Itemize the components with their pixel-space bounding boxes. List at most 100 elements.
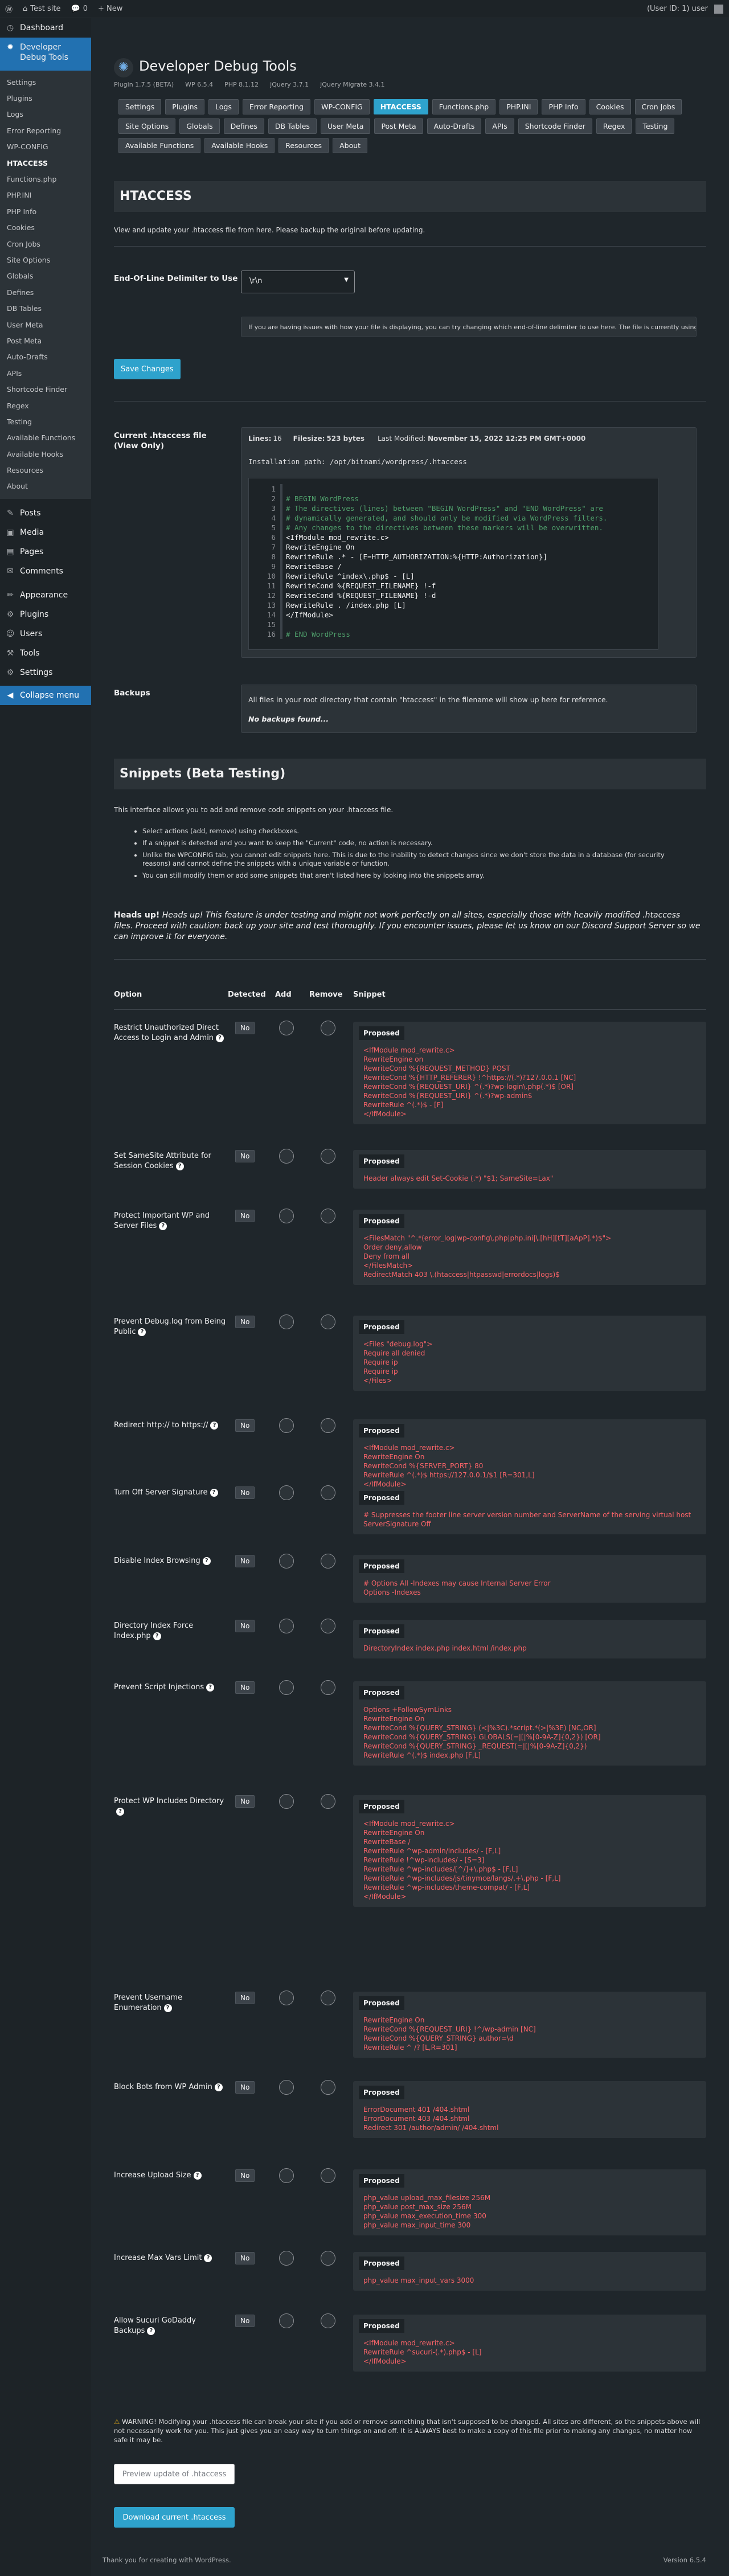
tab-functions-php[interactable]: Functions.php (432, 99, 496, 114)
help-icon[interactable]: ? (193, 2171, 202, 2180)
menu-comments[interactable]: ✉ Comments (0, 562, 91, 581)
add-checkbox[interactable] (279, 2168, 294, 2183)
tab-cookies[interactable]: Cookies (589, 99, 631, 114)
submenu-item-defines[interactable]: Defines (0, 284, 91, 300)
help-icon[interactable]: ? (210, 1488, 218, 1497)
submenu-item-cron-jobs[interactable]: Cron Jobs (0, 236, 91, 252)
tab-testing[interactable]: Testing (636, 118, 675, 134)
help-icon[interactable]: ? (116, 1807, 124, 1816)
site-name-link[interactable]: ⌂ Test site (18, 0, 65, 18)
help-icon[interactable]: ? (159, 1222, 167, 1230)
tab-logs[interactable]: Logs (208, 99, 239, 114)
menu-users[interactable]: ☺ Users (0, 624, 91, 644)
menu-posts[interactable]: ✎ Posts (0, 503, 91, 523)
menu-appearance[interactable]: ✏ Appearance (0, 585, 91, 605)
tab-php-ini[interactable]: PHP.INI (499, 99, 538, 114)
tab-user-meta[interactable]: User Meta (320, 118, 371, 134)
add-checkbox[interactable] (279, 1418, 294, 1433)
remove-checkbox[interactable] (321, 1991, 335, 2005)
submenu-item-available-hooks[interactable]: Available Hooks (0, 446, 91, 462)
wordpress-logo-icon[interactable]: Ⓦ (0, 0, 18, 18)
add-checkbox[interactable] (279, 1680, 294, 1695)
help-icon[interactable]: ? (202, 1557, 211, 1565)
help-icon[interactable]: ? (216, 1034, 224, 1042)
menu-settings[interactable]: ⚙ Settings (0, 663, 91, 682)
add-checkbox[interactable] (279, 2080, 294, 2095)
tab-plugins[interactable]: Plugins (165, 99, 205, 114)
tab-resources[interactable]: Resources (279, 138, 329, 153)
remove-checkbox[interactable] (321, 1314, 335, 1329)
add-checkbox[interactable] (279, 1554, 294, 1568)
submenu-item-error-reporting[interactable]: Error Reporting (0, 122, 91, 138)
remove-checkbox[interactable] (321, 1554, 335, 1568)
tab-post-meta[interactable]: Post Meta (374, 118, 423, 134)
submenu-item-auto-drafts[interactable]: Auto-Drafts (0, 349, 91, 365)
remove-checkbox[interactable] (321, 1149, 335, 1164)
submenu-item-resources[interactable]: Resources (0, 462, 91, 478)
submenu-item-logs[interactable]: Logs (0, 107, 91, 122)
tab-about[interactable]: About (333, 138, 368, 153)
add-checkbox[interactable] (279, 1149, 294, 1164)
remove-checkbox[interactable] (321, 2251, 335, 2266)
submenu-item-php-info[interactable]: PHP Info (0, 203, 91, 219)
tab-php-info[interactable]: PHP Info (542, 99, 585, 114)
submenu-item-user-meta[interactable]: User Meta (0, 317, 91, 333)
tab-globals[interactable]: Globals (179, 118, 220, 134)
help-icon[interactable]: ? (138, 1328, 146, 1336)
submenu-item-htaccess[interactable]: HTACCESS (0, 155, 91, 171)
tab-error-reporting[interactable]: Error Reporting (242, 99, 311, 114)
save-changes-button[interactable]: Save Changes (114, 359, 181, 379)
help-icon[interactable]: ? (153, 1632, 161, 1640)
help-icon[interactable]: ? (206, 1683, 215, 1692)
submenu-item-post-meta[interactable]: Post Meta (0, 333, 91, 349)
download-htaccess-button[interactable]: Download current .htaccess (114, 2507, 235, 2528)
remove-checkbox[interactable] (321, 1619, 335, 1633)
preview-update-button[interactable]: Preview update of .htaccess (114, 2464, 235, 2484)
remove-checkbox[interactable] (321, 1209, 335, 1223)
submenu-item-cookies[interactable]: Cookies (0, 220, 91, 236)
add-checkbox[interactable] (279, 1794, 294, 1809)
remove-checkbox[interactable] (321, 1680, 335, 1695)
help-icon[interactable]: ? (214, 2083, 223, 2091)
submenu-item-testing[interactable]: Testing (0, 413, 91, 429)
submenu-item-settings[interactable]: Settings (0, 74, 91, 90)
submenu-item-php-ini[interactable]: PHP.INI (0, 187, 91, 203)
menu-developer-debug-tools[interactable]: ✹ Developer Debug Tools (0, 38, 91, 71)
help-icon[interactable]: ? (210, 1421, 219, 1430)
menu-dashboard[interactable]: ◷ Dashboard (0, 18, 91, 38)
tab-available-hooks[interactable]: Available Hooks (204, 138, 275, 153)
tab-auto-drafts[interactable]: Auto-Drafts (427, 118, 482, 134)
remove-checkbox[interactable] (321, 1794, 335, 1809)
menu-media[interactable]: ▣ Media (0, 523, 91, 542)
tab-shortcode-finder[interactable]: Shortcode Finder (518, 118, 592, 134)
add-checkbox[interactable] (279, 1991, 294, 2005)
add-checkbox[interactable] (279, 1485, 294, 1500)
user-account-link[interactable]: (User ID: 1) user (642, 0, 729, 18)
add-checkbox[interactable] (279, 1619, 294, 1633)
add-checkbox[interactable] (279, 1209, 294, 1223)
tab-available-functions[interactable]: Available Functions (118, 138, 201, 153)
submenu-item-available-functions[interactable]: Available Functions (0, 430, 91, 446)
submenu-item-shortcode-finder[interactable]: Shortcode Finder (0, 381, 91, 397)
menu-pages[interactable]: ▤ Pages (0, 542, 91, 562)
remove-checkbox[interactable] (321, 1021, 335, 1035)
collapse-menu-button[interactable]: ◀ Collapse menu (0, 686, 91, 706)
submenu-item-regex[interactable]: Regex (0, 398, 91, 413)
help-icon[interactable]: ? (204, 2254, 212, 2262)
remove-checkbox[interactable] (321, 1485, 335, 1500)
tab-db-tables[interactable]: DB Tables (268, 118, 317, 134)
comments-link[interactable]: 💬 0 (66, 0, 93, 18)
submenu-item-site-options[interactable]: Site Options (0, 252, 91, 268)
tab-defines[interactable]: Defines (223, 118, 264, 134)
submenu-item-db-tables[interactable]: DB Tables (0, 300, 91, 316)
help-icon[interactable]: ? (163, 2004, 172, 2012)
submenu-item-about[interactable]: About (0, 478, 91, 494)
remove-checkbox[interactable] (321, 2168, 335, 2183)
add-checkbox[interactable] (279, 1314, 294, 1329)
add-checkbox[interactable] (279, 2251, 294, 2266)
tab-settings[interactable]: Settings (118, 99, 162, 114)
tab-htaccess[interactable]: HTACCESS (373, 99, 428, 114)
tab-site-options[interactable]: Site Options (118, 118, 176, 134)
tab-regex[interactable]: Regex (596, 118, 632, 134)
help-icon[interactable]: ? (175, 1162, 184, 1170)
